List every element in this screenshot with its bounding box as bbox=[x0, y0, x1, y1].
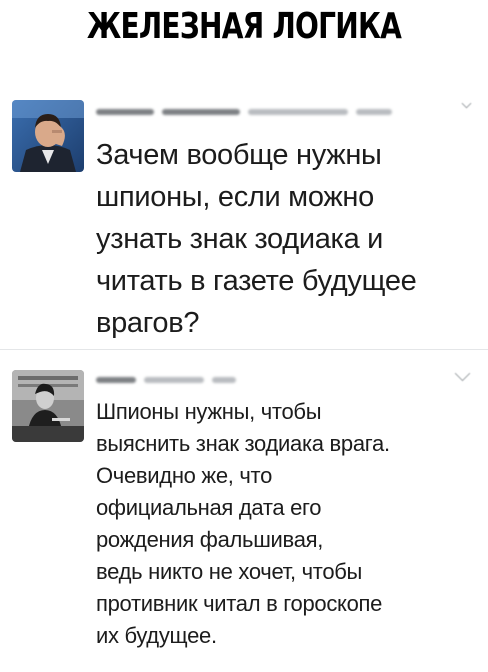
tweet-text: Шпионы нужны, чтобы выяснить знак зодиак… bbox=[96, 399, 390, 648]
avatar-image bbox=[12, 100, 84, 172]
meme-title: ЖЕЛЕЗНАЯ ЛОГИКА bbox=[86, 6, 402, 47]
author-header-blurred bbox=[96, 374, 236, 386]
tweet: Шпионы нужны, чтобы выяснить знак зодиак… bbox=[0, 358, 488, 670]
tweet-divider bbox=[0, 349, 488, 350]
chevron-down-icon[interactable] bbox=[461, 98, 472, 109]
avatar[interactable] bbox=[12, 100, 84, 172]
avatar-image bbox=[12, 370, 84, 442]
chevron-down-icon[interactable] bbox=[454, 365, 471, 382]
tweet: Зачем вообще нужны шпионы, если можно уз… bbox=[0, 92, 488, 348]
tweet-text: Зачем вообще нужны шпионы, если можно уз… bbox=[96, 139, 417, 339]
avatar[interactable] bbox=[12, 370, 84, 442]
author-header-blurred bbox=[96, 106, 392, 118]
